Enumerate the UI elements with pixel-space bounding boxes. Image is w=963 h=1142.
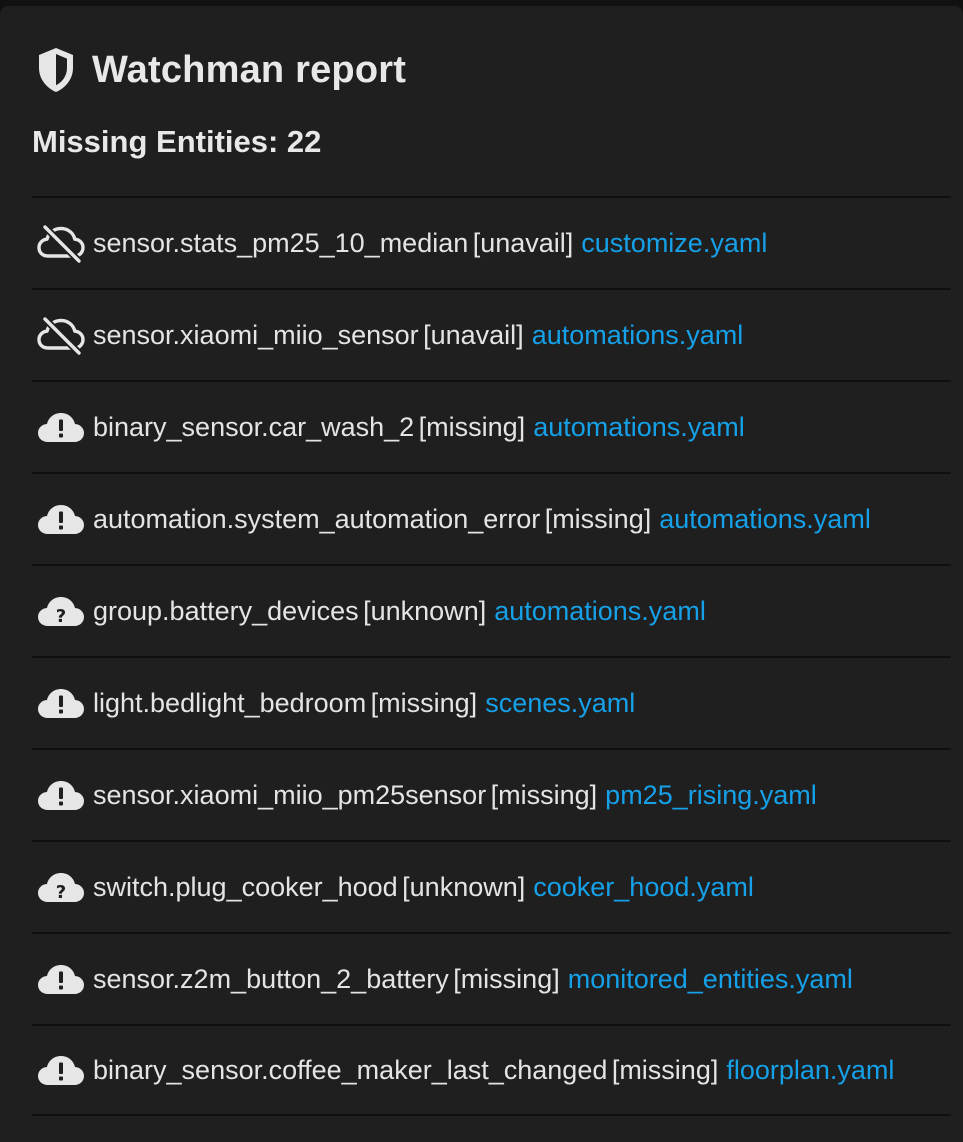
entity-status: [unknown]: [402, 871, 526, 902]
yaml-file-link[interactable]: floorplan.yaml: [726, 1055, 894, 1086]
entity-id: sensor.xiaomi_miio_pm25sensor: [93, 779, 487, 810]
cloud-alert-icon: [36, 959, 86, 999]
yaml-file-link[interactable]: automations.yaml: [494, 596, 706, 627]
cloud-alert-icon: [36, 407, 86, 447]
cloud-alert-icon: [36, 775, 86, 815]
yaml-file-link[interactable]: customize.yaml: [581, 228, 767, 259]
entity-status: [unavail]: [472, 227, 574, 258]
entity-status: [missing]: [418, 411, 526, 442]
entity-status: [missing]: [490, 779, 598, 810]
entity-row: binary_sensor.car_wash_2 [missing] automa…: [32, 380, 951, 472]
entity-id: automation.system_automation_error: [93, 503, 541, 534]
entity-row: ? switch.plug_cooker_hood [unknown] cooker…: [32, 840, 951, 932]
entity-id: sensor.xiaomi_miio_sensor: [93, 319, 419, 350]
entity-id: binary_sensor.car_wash_2: [93, 411, 415, 442]
entity-status: [missing]: [370, 687, 478, 718]
entity-row: sensor.z2m_button_2_battery [missing] mon…: [32, 932, 951, 1024]
entity-row: light.bedlight_bedroom [missing] scenes.y…: [32, 656, 951, 748]
entity-row: binary_sensor.coffee_maker_last_changed …: [32, 1024, 951, 1116]
svg-text:?: ?: [56, 882, 66, 903]
yaml-file-link[interactable]: scenes.yaml: [485, 688, 635, 719]
cloud-off-icon: [36, 315, 86, 355]
cloud-question-icon: ?: [36, 591, 86, 631]
entity-id: binary_sensor.coffee_maker_last_changed: [93, 1054, 608, 1085]
entity-status: [unknown]: [363, 595, 487, 626]
entity-status: [missing]: [453, 963, 560, 994]
entity-id: light.bedlight_bedroom: [93, 687, 367, 718]
entity-status: [unavail]: [423, 319, 524, 350]
watchman-card: Watchman report Missing Entities: 22 sen…: [0, 6, 963, 1142]
yaml-file-link[interactable]: automations.yaml: [659, 504, 871, 535]
yaml-file-link[interactable]: automations.yaml: [533, 412, 745, 443]
entity-id: sensor.z2m_button_2_battery: [93, 963, 449, 994]
yaml-file-link[interactable]: monitored_entities.yaml: [568, 964, 853, 995]
entity-id: switch.plug_cooker_hood: [93, 871, 398, 902]
cloud-alert-icon: [36, 683, 86, 723]
card-header: Watchman report: [36, 42, 406, 98]
entity-row: sensor.xiaomi_miio_pm25sensor [missing] p…: [32, 748, 951, 840]
cloud-off-icon: [36, 223, 86, 263]
cloud-alert-icon: [36, 1050, 86, 1090]
card-title: Watchman report: [92, 48, 407, 91]
yaml-file-link[interactable]: cooker_hood.yaml: [533, 872, 754, 903]
yaml-file-link[interactable]: automations.yaml: [532, 320, 744, 351]
shield-half-icon: [36, 46, 76, 94]
entity-status: [missing]: [611, 1054, 719, 1085]
entity-row: automation.system_automation_error [miss…: [32, 472, 951, 564]
cloud-question-icon: ?: [36, 867, 86, 907]
entity-status: [missing]: [544, 503, 652, 534]
entity-id: group.battery_devices: [93, 595, 359, 626]
entity-id: sensor.stats_pm25_10_median: [93, 227, 469, 258]
entity-row: ? group.battery_devices [unknown] automati…: [32, 564, 951, 656]
missing-entities-summary: Missing Entities: 22: [32, 124, 322, 159]
cloud-alert-icon: [36, 499, 86, 539]
yaml-file-link[interactable]: pm25_rising.yaml: [605, 780, 817, 811]
entity-list: sensor.stats_pm25_10_median [unavail] cus…: [32, 196, 951, 1116]
entity-row: sensor.stats_pm25_10_median [unavail] cus…: [32, 196, 951, 288]
entity-row: sensor.xiaomi_miio_sensor [unavail] autom…: [32, 288, 951, 380]
svg-text:?: ?: [56, 606, 66, 627]
